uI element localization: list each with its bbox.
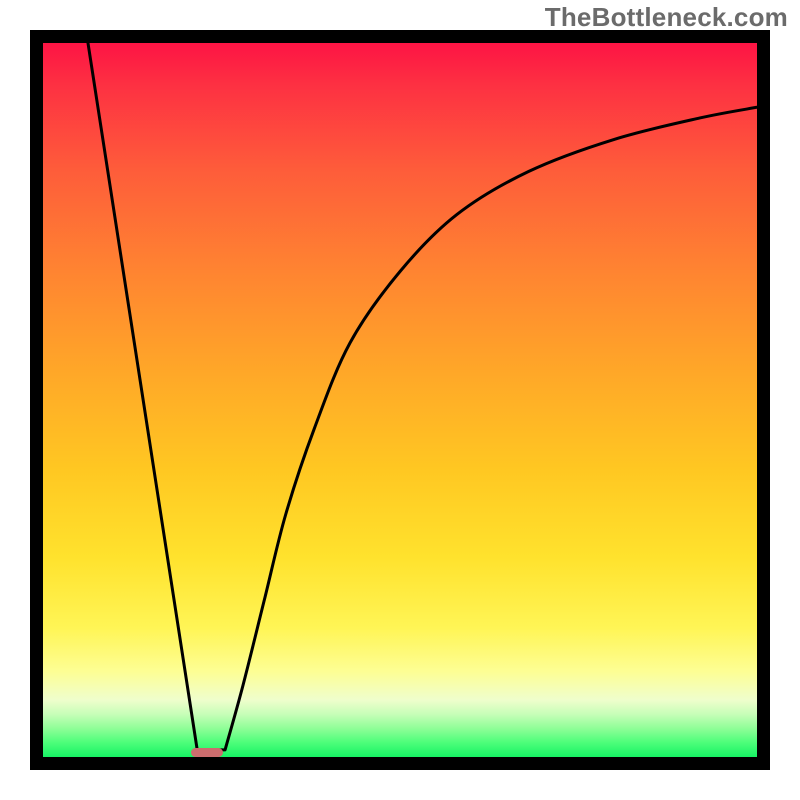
plot-area [43, 43, 757, 757]
chart-frame: TheBottleneck.com [0, 0, 800, 800]
watermark-text: TheBottleneck.com [545, 2, 788, 33]
background-gradient [43, 43, 757, 757]
valley-marker [191, 748, 223, 757]
